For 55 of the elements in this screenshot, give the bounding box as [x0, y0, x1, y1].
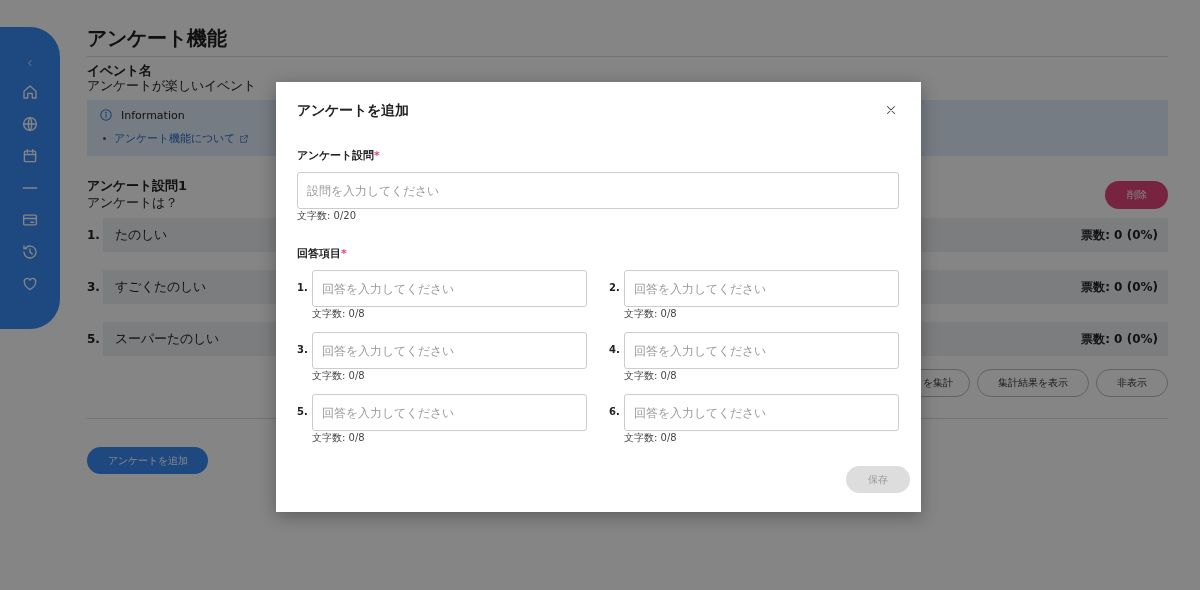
option-number: 5.	[87, 332, 101, 346]
outline-button[interactable]: 非表示	[1096, 369, 1168, 397]
option-text: すごくたのしい	[115, 278, 206, 296]
char-counter: 文字数: 0/8	[624, 370, 678, 382]
page-title: アンケート機能	[87, 25, 228, 52]
event-name: アンケートが楽しいイベント	[87, 78, 257, 94]
char-counter: 文字数: 0/8	[624, 308, 678, 320]
required-mark: *	[341, 247, 347, 260]
answer-number: 1.	[297, 281, 309, 293]
outline-button[interactable]: 集計結果を表示	[977, 369, 1089, 397]
add-survey-button[interactable]: アンケートを追加	[87, 447, 208, 474]
home-icon[interactable]	[21, 83, 39, 101]
field-label: アンケート設問	[297, 149, 374, 162]
bullet-icon	[103, 137, 106, 140]
event-label: イベント名	[87, 63, 153, 78]
info-title: Information	[121, 108, 185, 122]
char-counter: 文字数: 0/8	[312, 308, 366, 320]
answer-input[interactable]: 回答を入力してください	[624, 394, 899, 431]
question-heading: アンケート設問1	[87, 178, 188, 194]
card-icon[interactable]	[21, 211, 39, 229]
answer-number: 6.	[609, 405, 621, 417]
heart-icon[interactable]	[21, 275, 39, 293]
calendar-icon[interactable]	[21, 147, 39, 165]
answer-input[interactable]: 回答を入力してください	[624, 332, 899, 369]
option-text: たのしい	[115, 226, 167, 244]
char-counter: 文字数: 0/8	[312, 370, 366, 382]
globe-icon[interactable]	[21, 115, 39, 133]
answer-number: 2.	[609, 281, 621, 293]
char-counter: 文字数: 0/20	[297, 210, 357, 222]
char-counter: 文字数: 0/8	[624, 432, 678, 444]
info-link[interactable]: アンケート機能について	[114, 131, 235, 146]
field-label: 回答項目	[297, 247, 341, 260]
option-number: 1.	[87, 228, 101, 242]
close-icon[interactable]	[884, 103, 898, 117]
answer-number: 3.	[297, 343, 309, 355]
answer-input[interactable]: 回答を入力してください	[312, 270, 587, 307]
required-mark: *	[374, 149, 380, 162]
answer-number: 4.	[609, 343, 621, 355]
char-counter: 文字数: 0/8	[312, 432, 366, 444]
delete-button[interactable]: 削除	[1105, 181, 1168, 209]
option-text: スーパーたのしい	[115, 330, 219, 348]
dialog-title: アンケートを追加	[297, 101, 409, 120]
info-icon	[99, 108, 113, 122]
answer-number: 5.	[297, 405, 309, 417]
answer-input[interactable]: 回答を入力してください	[312, 332, 587, 369]
answer-input[interactable]: 回答を入力してください	[312, 394, 587, 431]
option-number: 3.	[87, 280, 101, 294]
question-input[interactable]: 設問を入力してください	[297, 172, 899, 209]
answer-input[interactable]: 回答を入力してください	[624, 270, 899, 307]
question-text: アンケートは？	[87, 194, 179, 212]
vote-count: 票数: 0 (0%)	[1081, 226, 1158, 244]
vote-count: 票数: 0 (0%)	[1081, 278, 1158, 296]
external-link-icon[interactable]	[239, 133, 249, 144]
vote-count: 票数: 0 (0%)	[1081, 330, 1158, 348]
history-icon[interactable]	[21, 243, 39, 261]
